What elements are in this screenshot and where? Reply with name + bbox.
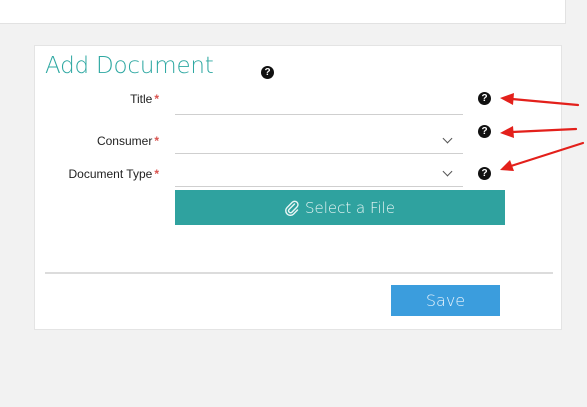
page-title: Add Document — [45, 53, 214, 79]
add-document-card: Add Document ? Title * ? Consumer * ? Docu… — [34, 45, 562, 330]
select-file-button[interactable]: Select a File — [175, 190, 505, 225]
consumer-select[interactable] — [175, 129, 463, 154]
select-file-label: Select a File — [304, 198, 396, 217]
required-marker: * — [154, 134, 159, 148]
document-type-help-icon[interactable]: ? — [478, 167, 491, 180]
consumer-help-icon[interactable]: ? — [478, 125, 491, 138]
document-type-label-text: Document Type — [68, 167, 153, 181]
document-type-label: Document Type * — [69, 167, 160, 181]
required-marker: * — [154, 167, 159, 181]
chevron-down-icon — [442, 166, 453, 177]
required-marker: * — [154, 92, 159, 106]
top-panel — [0, 0, 566, 24]
title-input[interactable] — [175, 90, 463, 115]
title-label-text: Title — [130, 92, 153, 106]
document-type-select[interactable] — [175, 162, 463, 187]
consumer-label-text: Consumer — [96, 134, 153, 148]
title-label: Title * — [130, 92, 159, 106]
title-field-help-icon[interactable]: ? — [478, 92, 491, 105]
save-button[interactable]: Save — [391, 285, 500, 316]
paperclip-icon — [285, 200, 299, 216]
title-help-icon[interactable]: ? — [261, 66, 274, 79]
chevron-down-icon — [442, 133, 453, 144]
consumer-label: Consumer * — [97, 134, 159, 148]
divider — [45, 272, 553, 274]
